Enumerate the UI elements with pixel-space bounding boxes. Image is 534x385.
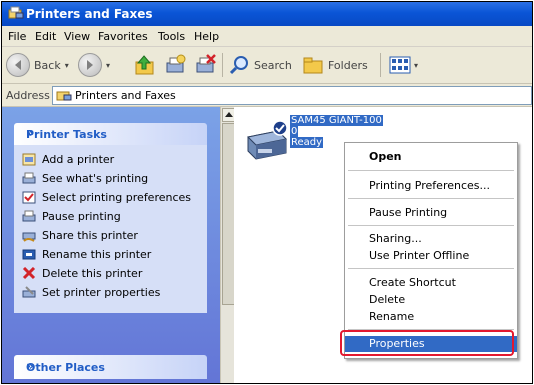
menu-separator [348, 268, 514, 269]
task-see-whats-printing[interactable]: See what's printing [20, 172, 201, 185]
back-button[interactable]: Back ▾ [6, 53, 69, 77]
printer-icon[interactable] [242, 119, 290, 163]
menu-file[interactable]: File [8, 30, 26, 43]
printer-status: Ready [290, 137, 324, 148]
folders-icon [303, 57, 323, 74]
menu-printing-preferences-label: Printing Preferences... [369, 179, 490, 192]
menu-favorites[interactable]: Favorites [98, 30, 148, 43]
forward-arrow-icon [78, 53, 102, 77]
up-folder-icon[interactable] [134, 53, 156, 77]
menu-separator [348, 225, 514, 226]
window-title: Printers and Faxes [26, 7, 153, 21]
vertical-scrollbar[interactable] [220, 107, 236, 383]
printer-name-line2: 0 [290, 126, 299, 137]
task-label: Delete this printer [42, 267, 143, 280]
task-pane: Printer Tasks » Add a printer See what's… [2, 107, 220, 383]
add-printer-toolbar-icon[interactable] [164, 53, 186, 77]
delete-icon [22, 267, 36, 280]
menu-sharing-label: Sharing... [369, 232, 422, 245]
other-places-header[interactable]: Other Places » [14, 355, 207, 379]
back-dropdown-icon: ▾ [64, 60, 69, 70]
task-label: Add a printer [42, 153, 115, 166]
views-icon [389, 56, 411, 74]
back-arrow-icon [6, 53, 30, 77]
context-menu: Open Printing Preferences... Pause Print… [344, 142, 518, 359]
address-value: Printers and Faxes [75, 89, 176, 102]
menu-open[interactable]: Open [345, 149, 517, 165]
address-field[interactable]: Printers and Faxes [52, 86, 532, 105]
toolbar-separator [222, 53, 223, 77]
task-select-printing-preferences[interactable]: Select printing preferences [20, 191, 201, 204]
task-label: Set printer properties [42, 286, 161, 299]
collapse-icon[interactable]: » [26, 126, 197, 140]
menu-separator [348, 198, 514, 199]
properties-icon [22, 286, 36, 298]
task-set-printer-properties[interactable]: Set printer properties [20, 286, 201, 299]
printer-tasks-panel: Printer Tasks » Add a printer See what's… [14, 123, 207, 313]
printer-name-line1: SAM45 GIANT-100 [290, 115, 383, 126]
menu-delete[interactable]: Delete [345, 292, 517, 308]
task-label: Share this printer [42, 229, 138, 242]
address-label: Address [6, 89, 50, 102]
address-bar: Address Printers and Faxes [2, 84, 532, 107]
printer-tasks-header[interactable]: Printer Tasks » [14, 123, 207, 145]
forward-dropdown-icon: ▾ [106, 60, 111, 70]
task-label: Pause printing [42, 210, 121, 223]
menu-bar: File Edit View Favorites Tools Help [2, 26, 532, 47]
printers-folder-icon [8, 6, 24, 19]
menu-edit[interactable]: Edit [35, 30, 56, 43]
delete-printer-toolbar-icon[interactable] [194, 53, 216, 77]
search-icon [230, 56, 248, 75]
menu-delete-label: Delete [369, 293, 406, 306]
task-pause-printing[interactable]: Pause printing [20, 210, 201, 223]
print-queue-icon [22, 172, 36, 184]
toolbar: Back ▾ ▾ Search Folders ▾ [2, 47, 532, 84]
task-delete-printer[interactable]: Delete this printer [20, 267, 201, 280]
task-add-printer[interactable]: Add a printer [20, 153, 201, 166]
menu-view[interactable]: View [64, 30, 90, 43]
menu-use-printer-offline[interactable]: Use Printer Offline [345, 248, 517, 264]
collapse-icon[interactable]: » [26, 359, 197, 373]
add-printer-icon [22, 153, 36, 166]
menu-separator [348, 170, 514, 171]
folders-button[interactable]: Folders [302, 53, 368, 77]
task-rename-printer[interactable]: Rename this printer [20, 248, 201, 261]
rename-icon [22, 249, 36, 260]
folders-label: Folders [328, 58, 368, 72]
menu-pause-printing-label: Pause Printing [369, 206, 448, 219]
menu-help[interactable]: Help [194, 30, 219, 43]
highlight-box [340, 330, 514, 356]
menu-pause-printing[interactable]: Pause Printing [345, 205, 517, 221]
printer-tasks-list: Add a printer See what's printing Select… [14, 145, 207, 313]
toolbar-separator [380, 53, 381, 77]
title-bar: Printers and Faxes [2, 2, 532, 26]
back-label: Back [34, 58, 61, 72]
search-button[interactable]: Search [230, 53, 292, 77]
menu-rename-label: Rename [369, 310, 415, 323]
menu-open-label: Open [369, 150, 402, 163]
menu-sharing[interactable]: Sharing... [345, 231, 517, 247]
forward-button[interactable]: ▾ [78, 53, 110, 77]
task-label: Rename this printer [42, 248, 152, 261]
task-label: Select printing preferences [42, 191, 192, 204]
pause-icon [22, 210, 36, 222]
menu-rename[interactable]: Rename [345, 309, 517, 325]
menu-tools[interactable]: Tools [158, 30, 185, 43]
task-share-printer[interactable]: Share this printer [20, 229, 201, 242]
menu-use-offline-label: Use Printer Offline [369, 249, 470, 262]
views-dropdown-icon: ▾ [414, 60, 419, 70]
preferences-icon [22, 191, 36, 204]
menu-printing-preferences[interactable]: Printing Preferences... [345, 178, 517, 194]
search-label: Search [254, 58, 292, 72]
task-label: See what's printing [42, 172, 149, 185]
menu-create-shortcut-label: Create Shortcut [369, 276, 456, 289]
menu-create-shortcut[interactable]: Create Shortcut [345, 275, 517, 291]
share-icon [22, 232, 36, 242]
printers-folder-icon [56, 91, 72, 101]
views-button[interactable]: ▾ [388, 53, 418, 77]
